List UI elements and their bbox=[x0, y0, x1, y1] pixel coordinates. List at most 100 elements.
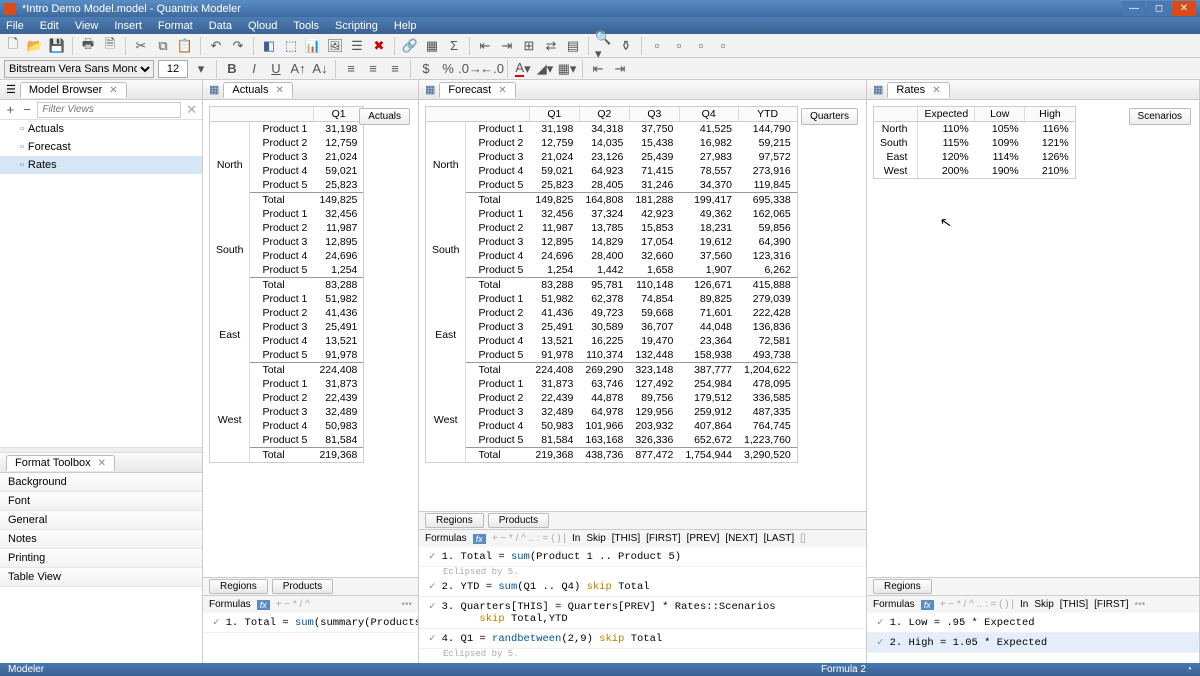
font-grow-icon[interactable]: A↑ bbox=[289, 60, 307, 78]
close-icon[interactable]: ✕ bbox=[109, 85, 117, 96]
image-icon[interactable]: 🖼 bbox=[326, 37, 344, 55]
align-icon[interactable]: ▫ bbox=[648, 37, 666, 55]
decimal-inc-icon[interactable]: .0→ bbox=[461, 60, 479, 78]
tab-regions[interactable]: Regions bbox=[425, 513, 484, 528]
fx-icon[interactable]: fx bbox=[257, 600, 270, 610]
clear-filter-icon[interactable]: ✕ bbox=[185, 101, 198, 119]
formula-row[interactable]: 1. Low = .95 * Expected bbox=[867, 613, 1199, 633]
close-icon[interactable]: ✕ bbox=[98, 458, 106, 469]
close-icon[interactable]: ✕ bbox=[276, 85, 284, 96]
underline-icon[interactable]: U bbox=[267, 60, 285, 78]
decimal-dec-icon[interactable]: ←.0 bbox=[483, 60, 501, 78]
delete-icon[interactable]: ✖ bbox=[370, 37, 388, 55]
zoom-icon[interactable]: 🔍▾ bbox=[595, 37, 613, 55]
formula-row[interactable]: 5. Q1 = Actuals::Q1 bbox=[419, 659, 866, 663]
layers-icon[interactable]: ▫ bbox=[714, 37, 732, 55]
preview-icon[interactable]: 🗎 bbox=[101, 37, 119, 55]
fmt-background[interactable]: Background bbox=[0, 473, 202, 492]
tab-products[interactable]: Products bbox=[272, 579, 333, 594]
indent-dec-icon[interactable]: ⇤ bbox=[589, 60, 607, 78]
fmt-tableview[interactable]: Table View bbox=[0, 568, 202, 587]
table-icon[interactable]: ▦ bbox=[423, 37, 441, 55]
italic-icon[interactable]: I bbox=[245, 60, 263, 78]
rates-grid[interactable]: ExpectedLowHighNorth110%105%116%South115… bbox=[873, 106, 1076, 179]
chart-icon[interactable]: 📊 bbox=[304, 37, 322, 55]
percent-icon[interactable]: % bbox=[439, 60, 457, 78]
filter-views-input[interactable] bbox=[37, 102, 181, 118]
bold-icon[interactable]: B bbox=[223, 60, 241, 78]
print-icon[interactable]: 🖶 bbox=[79, 37, 97, 55]
menu-qloud[interactable]: Qloud bbox=[248, 20, 277, 32]
more-icon[interactable]: ••• bbox=[1135, 599, 1146, 610]
browser-item-actuals[interactable]: Actuals bbox=[0, 120, 202, 138]
redo-icon[interactable]: ↷ bbox=[229, 37, 247, 55]
collapse-icon[interactable]: ⇤ bbox=[476, 37, 494, 55]
formula-row[interactable]: 4. Q1 = randbetween(2,9) skip Total bbox=[419, 629, 866, 649]
forecast-corner-button[interactable]: Quarters bbox=[801, 108, 858, 125]
menu-view[interactable]: View bbox=[75, 20, 99, 32]
close-icon[interactable]: ✕ bbox=[932, 85, 940, 96]
filter-icon[interactable]: ⚱ bbox=[617, 37, 635, 55]
rates-corner-button[interactable]: Scenarios bbox=[1129, 108, 1191, 125]
fill-color-icon[interactable]: ◢▾ bbox=[536, 60, 554, 78]
menu-scripting[interactable]: Scripting bbox=[335, 20, 378, 32]
menu-file[interactable]: File bbox=[6, 20, 24, 32]
fx-icon[interactable]: fx bbox=[921, 600, 934, 610]
new-icon[interactable]: 🗋 bbox=[4, 37, 22, 55]
menu-format[interactable]: Format bbox=[158, 20, 193, 32]
window-maximize[interactable]: ◻ bbox=[1147, 1, 1171, 16]
copy-icon[interactable]: ⧉ bbox=[154, 37, 172, 55]
tab-regions[interactable]: Regions bbox=[873, 579, 932, 594]
browser-item-forecast[interactable]: Forecast bbox=[0, 138, 202, 156]
expand-icon[interactable]: ⇥ bbox=[498, 37, 516, 55]
snap-icon[interactable]: ▫ bbox=[692, 37, 710, 55]
swap-icon[interactable]: ⇄ bbox=[542, 37, 560, 55]
add-icon[interactable]: + bbox=[4, 101, 17, 119]
menu-data[interactable]: Data bbox=[209, 20, 232, 32]
remove-icon[interactable]: − bbox=[21, 101, 34, 119]
align-left-icon[interactable]: ≡ bbox=[342, 60, 360, 78]
font-color-icon[interactable]: A▾ bbox=[514, 60, 532, 78]
model-icon[interactable]: ⬚ bbox=[282, 37, 300, 55]
sigma-icon[interactable]: Σ bbox=[445, 37, 463, 55]
format-toolbox-tab[interactable]: Format Toolbox ✕ bbox=[6, 455, 115, 471]
fmt-font[interactable]: Font bbox=[0, 492, 202, 511]
align-center-icon[interactable]: ≡ bbox=[364, 60, 382, 78]
group-icon[interactable]: ⊞ bbox=[520, 37, 538, 55]
formula-row[interactable]: 2. YTD = sum(Q1 .. Q4) skip Total bbox=[419, 577, 866, 597]
menu-tools[interactable]: Tools bbox=[293, 20, 319, 32]
font-family-select[interactable]: Bitstream Vera Sans Mono bbox=[4, 60, 154, 78]
tab-regions[interactable]: Regions bbox=[209, 579, 268, 594]
font-shrink-icon[interactable]: A↓ bbox=[311, 60, 329, 78]
formula-row[interactable]: 2. High = 1.05 * Expected bbox=[867, 633, 1199, 653]
close-icon[interactable]: ✕ bbox=[498, 85, 506, 96]
font-size-input[interactable] bbox=[158, 60, 188, 78]
menu-insert[interactable]: Insert bbox=[114, 20, 142, 32]
formula-row[interactable]: 1. Total = sum(Product 1 .. Product 5) bbox=[419, 547, 866, 567]
cut-icon[interactable]: ✂ bbox=[132, 37, 150, 55]
actuals-tab[interactable]: Actuals ✕ bbox=[223, 82, 293, 98]
rates-tab[interactable]: Rates ✕ bbox=[887, 82, 949, 98]
currency-icon[interactable]: $ bbox=[417, 60, 435, 78]
window-minimize[interactable]: — bbox=[1122, 1, 1146, 16]
list-icon[interactable]: ☰ bbox=[348, 37, 366, 55]
fmt-notes[interactable]: Notes bbox=[0, 530, 202, 549]
actuals-corner-button[interactable]: Actuals bbox=[359, 108, 410, 125]
align-right-icon[interactable]: ≡ bbox=[386, 60, 404, 78]
cube-icon[interactable]: ◧ bbox=[260, 37, 278, 55]
undo-icon[interactable]: ↶ bbox=[207, 37, 225, 55]
grid-icon[interactable]: ▤ bbox=[564, 37, 582, 55]
formula-row[interactable]: 3. Quarters[THIS] = Quarters[PREV] * Rat… bbox=[419, 597, 866, 629]
formula-row[interactable]: 1. Total = sum(summary(Products)) bbox=[203, 613, 418, 633]
border-icon[interactable]: ▦▾ bbox=[558, 60, 576, 78]
window-close[interactable]: ✕ bbox=[1172, 1, 1196, 16]
link-icon[interactable]: 🔗 bbox=[401, 37, 419, 55]
font-size-dropdown-icon[interactable]: ▾ bbox=[192, 60, 210, 78]
actuals-grid[interactable]: Q1NorthProduct 131,198Product 212,759Pro… bbox=[209, 106, 364, 463]
open-icon[interactable]: 📂 bbox=[26, 37, 44, 55]
fmt-general[interactable]: General bbox=[0, 511, 202, 530]
save-icon[interactable]: 💾 bbox=[48, 37, 66, 55]
menu-edit[interactable]: Edit bbox=[40, 20, 59, 32]
tab-products[interactable]: Products bbox=[488, 513, 549, 528]
menu-help[interactable]: Help bbox=[394, 20, 417, 32]
